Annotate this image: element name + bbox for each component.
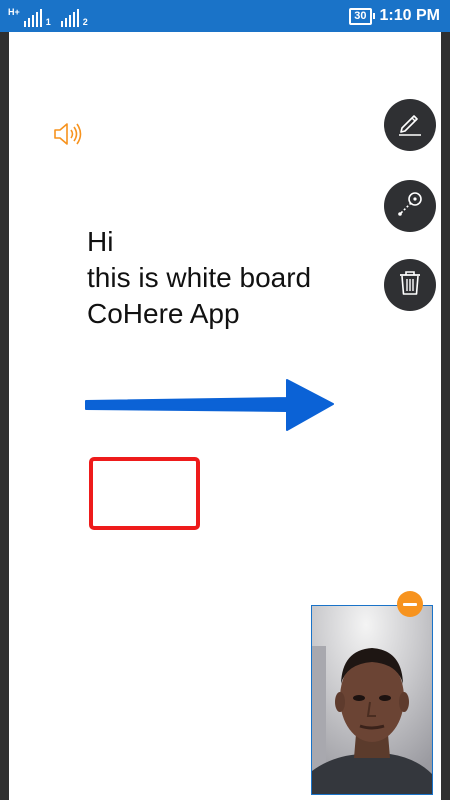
circle-line-icon — [395, 189, 425, 224]
video-preview[interactable] — [311, 605, 433, 795]
drawn-rectangle — [89, 457, 200, 530]
pen-tool-button[interactable] — [384, 99, 436, 151]
minus-icon — [403, 602, 417, 606]
trash-icon — [396, 268, 424, 303]
minimize-video-button[interactable] — [397, 591, 423, 617]
pen-icon — [395, 108, 425, 143]
shape-tool-button[interactable] — [384, 180, 436, 232]
drawn-arrow — [85, 379, 334, 431]
delete-tool-button[interactable] — [384, 259, 436, 311]
camera-feed-image — [312, 606, 432, 794]
